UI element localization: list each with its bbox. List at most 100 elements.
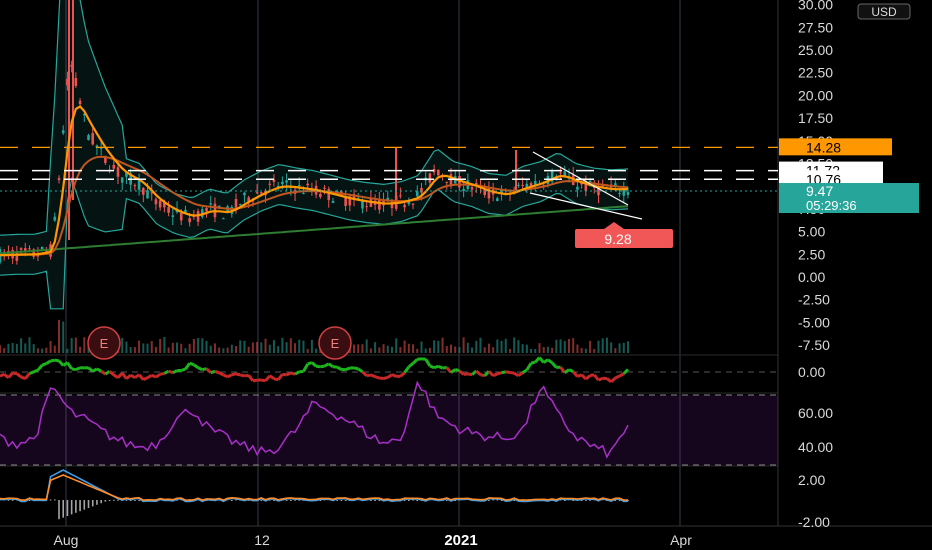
volume-bar: [445, 346, 448, 353]
macd-histogram-bar: [273, 500, 275, 501]
macd-histogram-bar: [11, 499, 14, 501]
candle-body: [222, 218, 225, 220]
candle-body: [28, 248, 31, 250]
macd-histogram-bar: [117, 499, 119, 501]
oscillator-segment: [391, 373, 397, 378]
oscillator-segment: [264, 374, 271, 382]
macd-histogram-bar: [125, 499, 128, 501]
earnings-marker-label: E: [331, 336, 340, 351]
oscillator-segment: [172, 369, 178, 375]
volume-bar: [534, 348, 537, 353]
candle-body: [238, 204, 242, 206]
macd-histogram-bar: [91, 500, 94, 507]
volume-bar: [171, 342, 174, 353]
macd-histogram-bar: [134, 500, 136, 501]
volume-bar: [627, 341, 629, 353]
candle-body: [559, 172, 562, 174]
macd-histogram-bar: [66, 500, 69, 516]
oscillator-segment: [622, 368, 630, 375]
candle-body: [437, 169, 440, 176]
candle-body: [133, 185, 137, 187]
oscillator-segment: [197, 366, 203, 371]
candle-body: [188, 218, 191, 223]
candle-body: [120, 177, 124, 183]
volume-bar: [11, 342, 14, 353]
time-axis[interactable]: Aug 12 2021 Apr: [54, 532, 693, 549]
oscillator-segment: [45, 359, 52, 365]
oscillator-segment: [374, 375, 380, 380]
volume-bar: [167, 347, 170, 353]
volume-bar: [412, 344, 415, 353]
oscillator-segment: [290, 371, 296, 376]
oscillator-segment: [399, 371, 406, 378]
volume-bar: [361, 344, 364, 353]
oscillator-segment: [442, 365, 447, 370]
volume-bar: [483, 347, 486, 353]
price-axis[interactable]: 30.0027.5025.0022.5020.0017.5015.0012.50…: [798, 0, 911, 530]
oscillator-segment: [286, 371, 292, 377]
volume-bar: [437, 340, 440, 353]
rsi-tick-label: 40.00: [798, 439, 833, 455]
volume-bar: [386, 345, 389, 353]
price-tick-label: 5.00: [798, 224, 825, 240]
oscillator-segment: [429, 364, 435, 370]
volume-bar: [302, 340, 305, 353]
chart-stage[interactable]: EE 30.0027.5025.0022.5020.0017.5015.0012…: [0, 0, 932, 550]
candle-body: [297, 184, 301, 186]
oscillator-segment: [163, 369, 170, 375]
volume-bar: [256, 341, 259, 353]
volume-bar: [133, 347, 136, 353]
oscillator-segment: [33, 368, 39, 374]
oscillator-segment: [96, 367, 102, 373]
volume-bar: [424, 348, 427, 353]
oscillator-segment: [276, 373, 284, 381]
volume-bar: [601, 338, 604, 353]
oscillator-segment: [487, 370, 495, 377]
price-pane[interactable]: EE: [0, 0, 778, 360]
volume-bar: [294, 343, 297, 353]
oscillator-segment: [239, 373, 245, 378]
volume-bar: [542, 347, 545, 353]
volume-bar: [129, 347, 132, 353]
price-tick-label: 22.50: [798, 65, 833, 81]
oscillator-segment: [180, 367, 186, 372]
volume-bar: [49, 341, 52, 353]
volume-bar: [399, 347, 402, 353]
volume-bar: [45, 347, 48, 353]
volume-bar: [66, 348, 69, 353]
candle-body: [323, 187, 326, 189]
volume-bar: [15, 343, 18, 353]
volume-bar: [597, 340, 600, 353]
candle-body: [158, 200, 162, 208]
oscillator-segment: [294, 370, 300, 376]
oscillator-segment: [302, 363, 309, 373]
volume-bar: [285, 342, 288, 353]
oscillator-segment: [247, 374, 255, 382]
macd-tick-label: -2.00: [798, 514, 830, 530]
macd-pane[interactable]: [0, 469, 629, 520]
macd-histogram-bar: [96, 500, 98, 505]
price-tick-label: -5.00: [798, 314, 830, 330]
oscillator-segment: [496, 371, 502, 376]
oscillator-segment: [563, 368, 570, 374]
trading-chart[interactable]: EE 30.0027.5025.0022.5020.0017.5015.0012…: [0, 0, 932, 550]
oscillator-segment: [315, 364, 321, 369]
oscillator-segment: [505, 370, 511, 374]
oscillator-segment: [445, 366, 453, 374]
candle-body: [521, 184, 524, 186]
price-tick-label: 20.00: [798, 87, 833, 103]
last-price-value: 9.47: [806, 183, 833, 199]
volume-bar: [138, 340, 141, 353]
low-marker-pointer: [604, 222, 624, 229]
volume-bar: [496, 339, 499, 353]
oscillator-segment: [580, 373, 587, 381]
candle-body: [255, 192, 259, 194]
oscillator-pane[interactable]: [0, 356, 778, 384]
volume-bar: [226, 347, 229, 353]
candle-body: [53, 216, 57, 221]
bollinger-band-fill: [0, 0, 628, 309]
volume-bar: [163, 337, 166, 353]
rsi-pane[interactable]: [0, 380, 778, 466]
oscillator-segment: [214, 369, 220, 375]
oscillator-segment: [467, 372, 473, 377]
